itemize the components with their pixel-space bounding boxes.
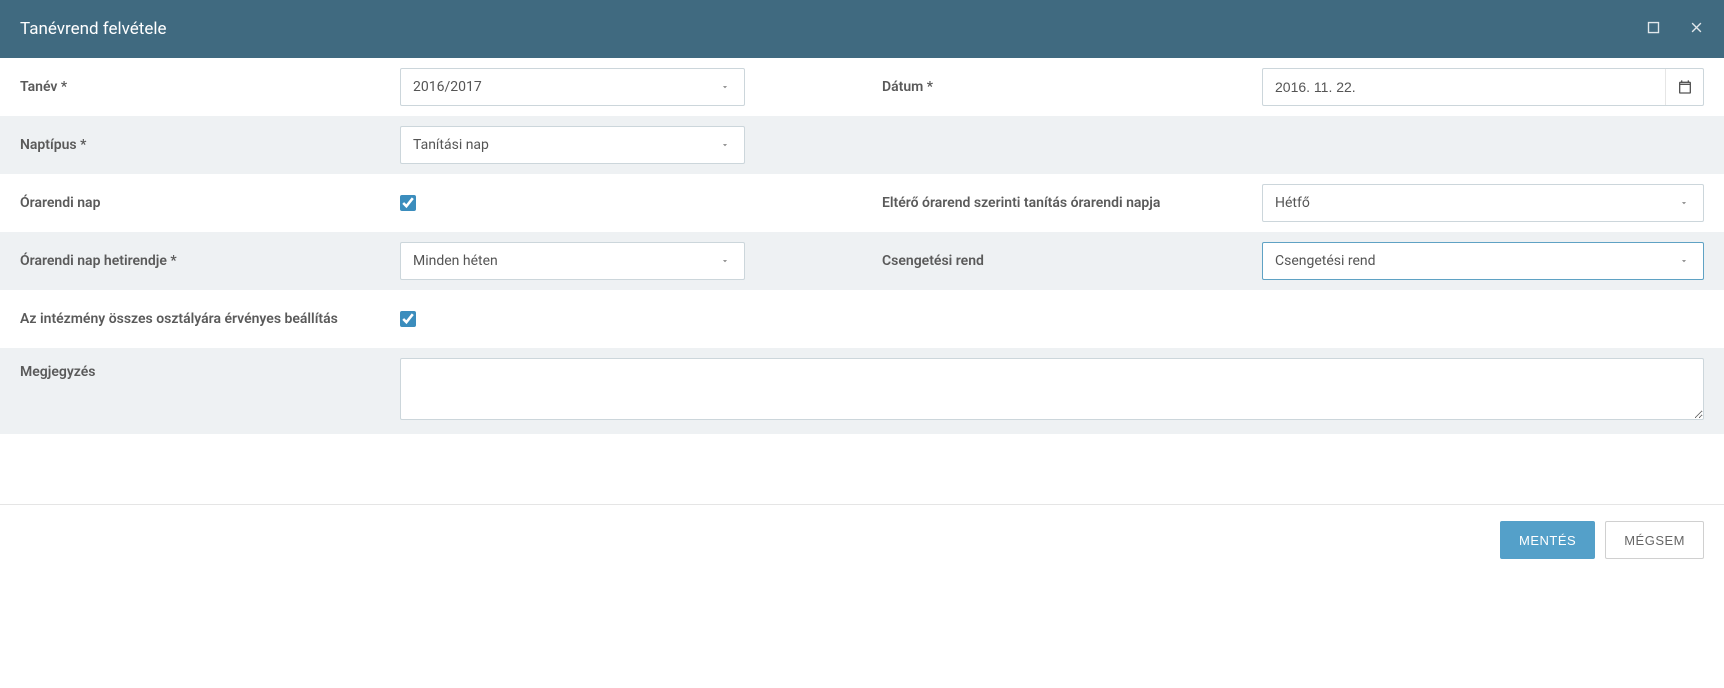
label-hetirend: Órarendi nap hetirendje * xyxy=(20,253,400,269)
label-megjegyzes: Megjegyzés xyxy=(20,358,400,380)
maximize-icon[interactable] xyxy=(1646,20,1661,39)
row-orarendi-eltero: Órarendi nap Eltérő órarend szerinti tan… xyxy=(0,174,1724,232)
chevron-down-icon xyxy=(1665,198,1703,208)
close-icon[interactable] xyxy=(1689,20,1704,39)
dialog-title: Tanévrend felvétele xyxy=(20,19,167,39)
label-naptipus: Naptípus * xyxy=(20,137,400,153)
textarea-megjegyzes[interactable] xyxy=(400,358,1704,420)
save-button[interactable]: MENTÉS xyxy=(1500,521,1595,559)
chevron-down-icon xyxy=(706,256,744,266)
cancel-button[interactable]: MÉGSEM xyxy=(1605,521,1704,559)
select-tanev[interactable]: 2016/2017 xyxy=(400,68,745,106)
label-datum: Dátum * xyxy=(882,79,1262,95)
select-hetirend[interactable]: Minden héten xyxy=(400,242,745,280)
label-orarendi-nap: Órarendi nap xyxy=(20,195,400,211)
row-hetirend-csengetesi: Órarendi nap hetirendje * Minden héten C… xyxy=(0,232,1724,290)
date-datum[interactable] xyxy=(1262,68,1704,106)
row-naptipus: Naptípus * Tanítási nap xyxy=(0,116,1724,174)
dialog-header: Tanévrend felvétele xyxy=(0,0,1724,58)
chevron-down-icon xyxy=(1665,256,1703,266)
select-csengetesi-value: Csengetési rend xyxy=(1263,253,1665,269)
select-eltero[interactable]: Hétfő xyxy=(1262,184,1704,222)
select-naptipus[interactable]: Tanítási nap xyxy=(400,126,745,164)
label-csengetesi: Csengetési rend xyxy=(882,253,1262,269)
select-eltero-value: Hétfő xyxy=(1263,195,1665,211)
form-body: Tanév * 2016/2017 Dátum * xyxy=(0,58,1724,434)
checkbox-orarendi-nap[interactable] xyxy=(400,195,416,211)
row-tanev-datum: Tanév * 2016/2017 Dátum * xyxy=(0,58,1724,116)
date-input-datum[interactable] xyxy=(1263,69,1665,105)
header-window-controls xyxy=(1646,20,1704,39)
checkbox-osszes-osztaly[interactable] xyxy=(400,311,416,327)
label-tanev: Tanév * xyxy=(20,79,400,95)
select-csengetesi[interactable]: Csengetési rend xyxy=(1262,242,1704,280)
calendar-icon[interactable] xyxy=(1665,69,1703,105)
chevron-down-icon xyxy=(706,140,744,150)
select-hetirend-value: Minden héten xyxy=(401,253,706,269)
dialog-footer: MENTÉS MÉGSEM xyxy=(0,504,1724,575)
label-osszes-osztaly: Az intézmény összes osztályára érvényes … xyxy=(20,311,400,327)
select-naptipus-value: Tanítási nap xyxy=(401,137,706,153)
row-osszes-osztaly: Az intézmény összes osztályára érvényes … xyxy=(0,290,1724,348)
chevron-down-icon xyxy=(706,82,744,92)
row-megjegyzes: Megjegyzés xyxy=(0,348,1724,434)
label-eltero: Eltérő órarend szerinti tanítás órarendi… xyxy=(882,195,1262,211)
select-tanev-value: 2016/2017 xyxy=(401,79,706,95)
